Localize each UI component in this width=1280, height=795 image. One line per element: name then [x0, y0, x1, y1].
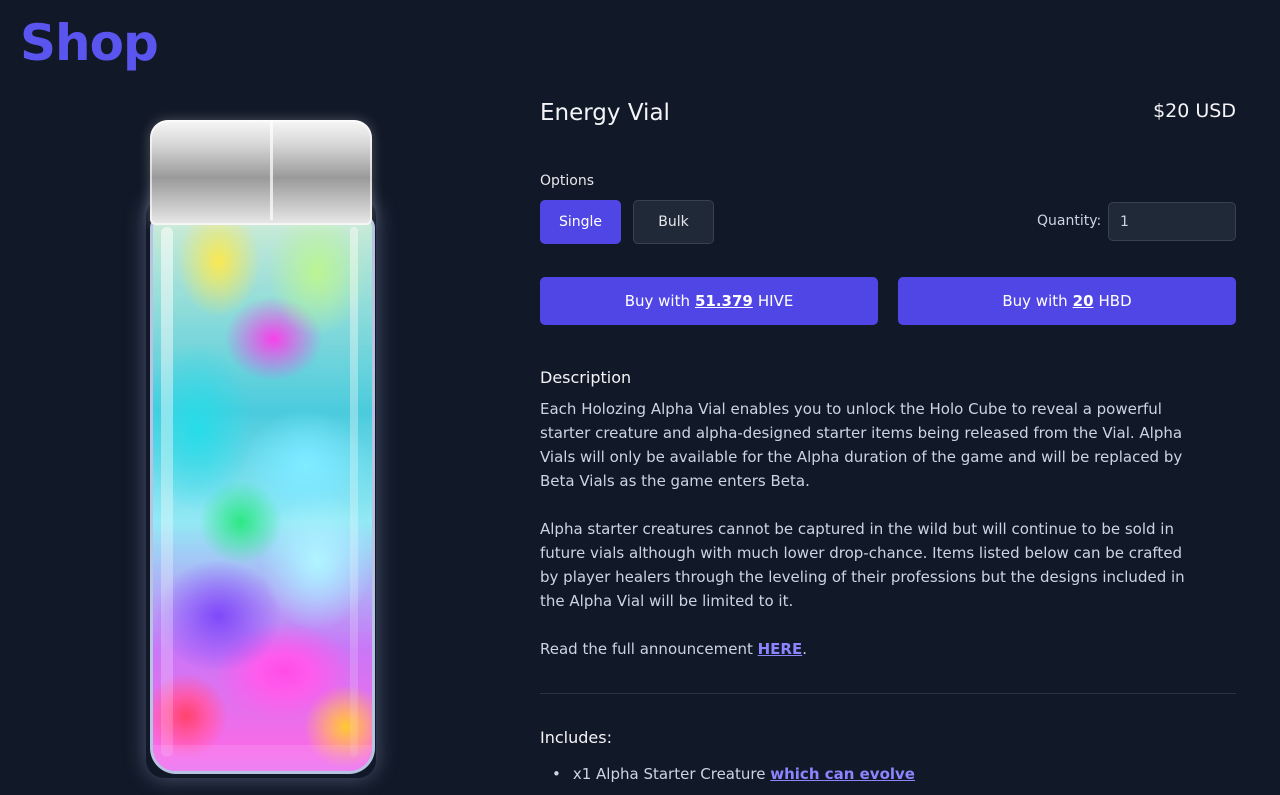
vial-shine-right [350, 227, 358, 757]
announcement-suffix: . [802, 640, 808, 658]
evolve-link[interactable]: which can evolve [770, 765, 915, 783]
page-title: Shop [20, 14, 159, 72]
announcement-link[interactable]: HERE [758, 640, 803, 658]
options-label: Options [540, 173, 595, 189]
option-single-button[interactable]: Single [540, 200, 621, 244]
product-name: Energy Vial [540, 100, 670, 126]
announcement-line: Read the full announcement HERE. [540, 637, 1200, 661]
buy-hive-amount: 51.379 [694, 292, 753, 310]
quantity-label: Quantity: [1037, 213, 1102, 229]
list-item: x1 Alpha Starter Creature which can evol… [552, 762, 915, 786]
vial-shine [161, 227, 173, 757]
description-paragraph-1: Each Holozing Alpha Vial enables you to … [540, 400, 1183, 490]
vial-body [150, 214, 375, 774]
description-title: Description [540, 368, 632, 387]
buy-with-hive-button[interactable]: Buy with 51.379 HIVE [540, 277, 878, 325]
buy-with-hbd-button[interactable]: Buy with 20 HBD [898, 277, 1236, 325]
product-image [140, 118, 385, 778]
description-paragraph-2: Alpha starter creatures cannot be captur… [540, 520, 1185, 610]
vial-cap [150, 120, 372, 225]
divider [540, 693, 1236, 694]
buy-hive-currency: HIVE [757, 292, 794, 310]
product-price: $20 USD [1153, 100, 1236, 122]
buy-hbd-prefix: Buy with [1002, 292, 1068, 310]
vial-base [153, 745, 372, 771]
includes-list: x1 Alpha Starter Creature which can evol… [552, 762, 915, 786]
quantity-input[interactable] [1108, 202, 1236, 241]
buy-hbd-currency: HBD [1098, 292, 1132, 310]
option-bulk-button[interactable]: Bulk [633, 200, 714, 244]
vial-cap-edge [270, 120, 273, 220]
buy-hive-prefix: Buy with [624, 292, 690, 310]
buy-hbd-amount: 20 [1072, 292, 1094, 310]
announcement-prefix: Read the full announcement [540, 640, 753, 658]
includes-title: Includes: [540, 728, 612, 747]
vial-liquid [153, 217, 372, 771]
includes-item-text: x1 Alpha Starter Creature [572, 765, 766, 783]
